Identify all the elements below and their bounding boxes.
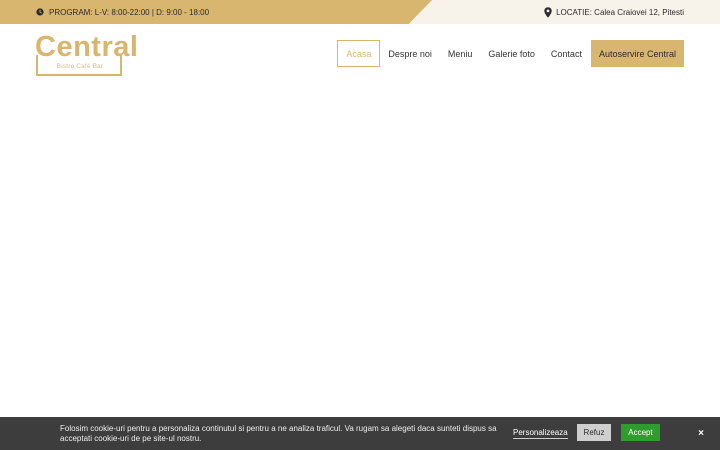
nav-item-autoservire-central[interactable]: Autoservire Central <box>590 40 684 67</box>
cookie-message: Folosim cookie-uri pentru a personaliza … <box>60 424 497 443</box>
cookie-refuse-button[interactable]: Refuz <box>577 424 611 441</box>
logo-wordmark: Central <box>35 31 139 63</box>
nav-item-despre-noi[interactable]: Despre noi <box>380 40 440 67</box>
clock-icon <box>36 8 44 16</box>
nav-item-contact[interactable]: Contact <box>543 40 590 67</box>
site-logo[interactable]: Central Bistro Café Bar <box>34 31 138 77</box>
opening-hours-text: PROGRAM: L-V: 8:00-22:00 | D: 9:00 - 18:… <box>49 7 210 17</box>
main-navigation: Acasa Despre noi Meniu Galerie foto Cont… <box>337 40 684 67</box>
logo-tagline: Bistro Café Bar <box>56 63 104 70</box>
nav-item-galerie-foto[interactable]: Galerie foto <box>480 40 543 67</box>
nav-item-meniu[interactable]: Meniu <box>440 40 481 67</box>
opening-hours: PROGRAM: L-V: 8:00-22:00 | D: 9:00 - 18:… <box>36 6 209 18</box>
cookie-accept-button[interactable]: Accept <box>621 424 660 441</box>
location: LOCATIE: Calea Craiovei 12, Pitesti <box>544 5 684 19</box>
cookie-consent-bar: Folosim cookie-uri pentru a personaliza … <box>0 417 720 450</box>
close-icon[interactable]: × <box>696 427 706 439</box>
top-info-bar: PROGRAM: L-V: 8:00-22:00 | D: 9:00 - 18:… <box>0 0 720 24</box>
location-text: LOCATIE: Calea Craiovei 12, Pitesti <box>556 7 684 17</box>
nav-item-acasa[interactable]: Acasa <box>337 40 381 67</box>
pin-icon <box>544 6 552 18</box>
cookie-customize-link[interactable]: Personalizeaza <box>513 428 568 439</box>
